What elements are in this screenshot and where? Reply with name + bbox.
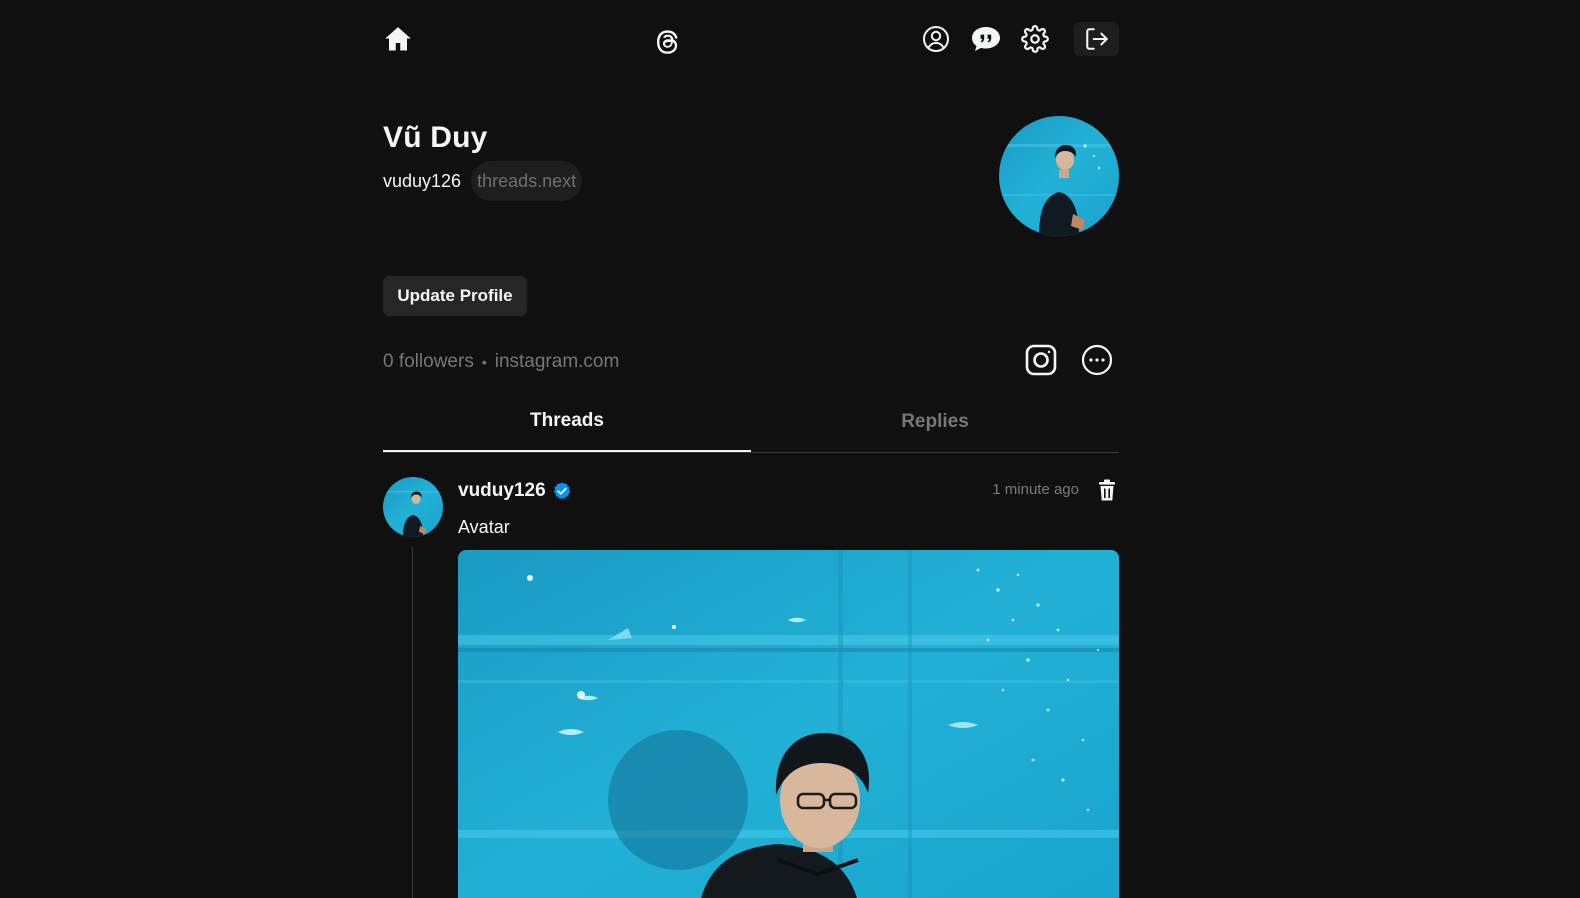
profile-link[interactable]: instagram.com <box>495 351 620 373</box>
logout-button[interactable] <box>1074 22 1119 56</box>
post-author: vuduy126 <box>458 479 572 503</box>
profile-name: Vũ Duy <box>383 121 488 154</box>
page: Vũ Duy vuduy126 threads.next Update Prof… <box>383 0 1119 898</box>
chat-bubbles-icon[interactable] <box>969 24 1003 54</box>
profile-social-icons <box>1024 343 1119 379</box>
profile-handle-row: vuduy126 threads.next <box>383 161 583 201</box>
meta-separator: • <box>481 354 487 370</box>
verified-badge-icon <box>553 482 570 499</box>
tab-replies[interactable]: Replies <box>751 400 1119 452</box>
top-nav <box>383 22 1119 62</box>
profile-meta: 0 followers • instagram.com <box>383 348 619 376</box>
post-username[interactable]: vuduy126 <box>458 480 546 502</box>
profile-username: vuduy126 <box>383 170 462 191</box>
user-circle-icon[interactable] <box>921 24 951 54</box>
trash-icon[interactable] <box>1095 478 1119 502</box>
post-text: Avatar <box>458 517 510 537</box>
tab-threads[interactable]: Threads <box>383 400 751 452</box>
home-icon[interactable] <box>383 24 413 54</box>
thread-line <box>412 547 413 898</box>
post-timestamp: 1 minute ago <box>992 481 1079 498</box>
post-avatar[interactable] <box>383 477 443 537</box>
more-options-icon[interactable] <box>1080 343 1114 377</box>
instagram-icon[interactable] <box>1024 343 1058 377</box>
nav-actions <box>921 22 1119 56</box>
post-image[interactable] <box>458 550 1119 898</box>
threads-logo-icon[interactable] <box>652 25 684 57</box>
logout-icon <box>1085 28 1108 50</box>
gear-icon[interactable] <box>1020 24 1050 54</box>
followers-count[interactable]: 0 followers <box>383 351 474 373</box>
profile-tabs: Threads Replies <box>383 400 1119 453</box>
profile-avatar[interactable] <box>999 116 1119 236</box>
domain-pill[interactable]: threads.next <box>471 161 583 201</box>
update-profile-button[interactable]: Update Profile <box>383 276 527 316</box>
